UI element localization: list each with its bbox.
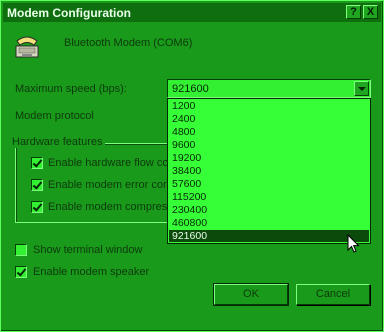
modem-compression-label[interactable]: Enable modem compressi [48, 201, 175, 213]
speed-select-value: 921600 [172, 83, 209, 95]
dropdown-option[interactable]: 57600 [169, 178, 369, 190]
help-icon[interactable]: ? [346, 5, 361, 19]
enable-modem-speaker-checkbox[interactable] [15, 266, 27, 278]
dropdown-option[interactable]: 4800 [169, 126, 369, 138]
dropdown-option[interactable]: 1200 [169, 100, 369, 112]
enable-modem-speaker-label[interactable]: Enable modem speaker [33, 266, 149, 278]
maximum-speed-label: Maximum speed (bps): [15, 83, 127, 95]
hardware-features-legend: Hardware features [10, 136, 105, 148]
mouse-cursor-icon [347, 234, 360, 253]
dropdown-option[interactable]: 2400 [169, 113, 369, 125]
speed-dropdown-list[interactable]: 1200 2400 4800 9600 19200 38400 57600 11… [167, 98, 371, 244]
close-icon[interactable]: X [363, 5, 378, 19]
dropdown-arrow-icon[interactable] [354, 81, 369, 96]
modem-error-control-label[interactable]: Enable modem error contr [48, 179, 176, 191]
ok-button[interactable]: OK [213, 283, 289, 306]
modem-error-control-checkbox[interactable] [31, 179, 43, 191]
device-name: Bluetooth Modem (COM6) [64, 37, 193, 49]
title-bar[interactable]: Modem Configuration ? X [3, 3, 381, 22]
hardware-flow-control-label[interactable]: Enable hardware flow co [48, 157, 168, 169]
dropdown-option-selected[interactable]: 921600 [169, 230, 369, 242]
dropdown-option[interactable]: 19200 [169, 152, 369, 164]
hardware-flow-control-checkbox[interactable] [31, 157, 43, 169]
modem-protocol-label: Modem protocol [15, 110, 94, 122]
telephone-modem-icon [15, 36, 39, 58]
dropdown-option[interactable]: 115200 [169, 191, 369, 203]
dropdown-option[interactable]: 38400 [169, 165, 369, 177]
dropdown-option[interactable]: 230400 [169, 204, 369, 216]
dropdown-option[interactable]: 9600 [169, 139, 369, 151]
cancel-button[interactable]: Cancel [296, 284, 370, 305]
show-terminal-window-checkbox[interactable] [15, 244, 27, 256]
maximum-speed-select[interactable]: 921600 [167, 79, 371, 98]
show-terminal-window-label[interactable]: Show terminal window [33, 244, 142, 256]
dropdown-option[interactable]: 460800 [169, 217, 369, 229]
window-title: Modem Configuration [7, 6, 131, 20]
modem-configuration-dialog: Modem Configuration ? X Bluetooth Modem … [0, 0, 384, 332]
modem-compression-checkbox[interactable] [31, 201, 43, 213]
